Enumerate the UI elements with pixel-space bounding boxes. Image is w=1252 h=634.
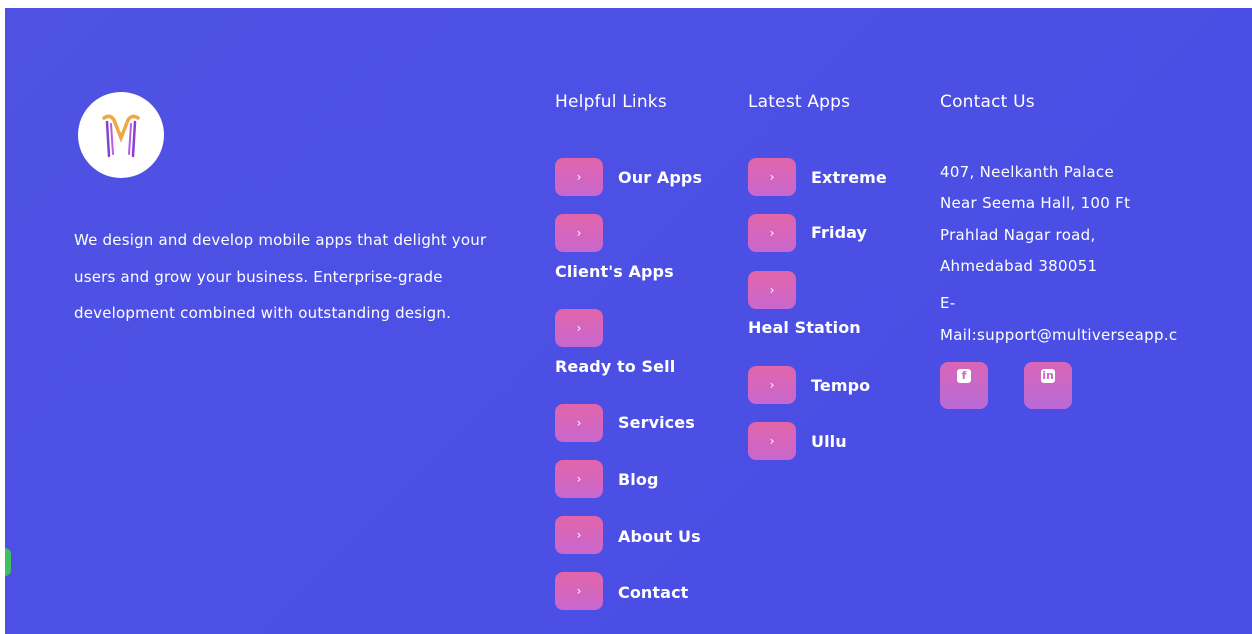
link-label[interactable]: Contact xyxy=(618,583,688,602)
link-label[interactable]: About Us xyxy=(618,527,701,546)
email-link[interactable]: Mail:support@multiverseapp.c xyxy=(940,326,1195,344)
chevron-right-icon[interactable]: › xyxy=(555,572,603,610)
contact-title: Contact Us xyxy=(940,92,1035,112)
chevron-right-icon[interactable]: › xyxy=(748,214,796,252)
link-label[interactable]: Blog xyxy=(618,470,659,489)
link-label[interactable]: Ready to Sell xyxy=(555,357,675,376)
link-label[interactable]: Heal Station xyxy=(748,318,861,337)
about-text: We design and develop mobile apps that d… xyxy=(74,231,487,322)
chevron-right-icon[interactable]: › xyxy=(555,516,603,554)
site-footer: We design and develop mobile apps that d… xyxy=(5,8,1252,634)
facebook-icon: f xyxy=(957,369,971,383)
link-label[interactable]: Tempo xyxy=(811,376,870,395)
chat-widget-edge[interactable] xyxy=(5,548,11,576)
chevron-right-icon[interactable]: › xyxy=(555,460,603,498)
linkedin-button[interactable]: in xyxy=(1024,362,1072,409)
chevron-right-icon[interactable]: › xyxy=(748,271,796,309)
chevron-right-icon[interactable]: › xyxy=(555,404,603,442)
link-label[interactable]: Extreme xyxy=(811,168,887,187)
helpful-links-title: Helpful Links xyxy=(555,92,667,112)
logo-mark-icon xyxy=(102,114,140,158)
address-line: Near Seema Hall, 100 Ft xyxy=(940,194,1131,212)
link-label[interactable]: Ullu xyxy=(811,432,847,451)
link-label[interactable]: Friday xyxy=(811,223,867,242)
chevron-right-icon[interactable]: › xyxy=(748,158,796,196)
chevron-right-icon[interactable]: › xyxy=(555,309,603,347)
link-label[interactable]: Our Apps xyxy=(618,168,702,187)
latest-apps-title: Latest Apps xyxy=(748,92,851,112)
address-line: 407, Neelkanth Palace xyxy=(940,163,1114,181)
link-label[interactable]: Client's Apps xyxy=(555,262,674,281)
address-line: Ahmedabad 380051 xyxy=(940,257,1098,275)
company-logo[interactable] xyxy=(78,92,164,178)
address-line: Prahlad Nagar road, xyxy=(940,226,1096,244)
chevron-right-icon[interactable]: › xyxy=(748,366,796,404)
link-label[interactable]: Services xyxy=(618,413,695,432)
chevron-right-icon[interactable]: › xyxy=(555,158,603,196)
linkedin-icon: in xyxy=(1041,369,1055,383)
chevron-right-icon[interactable]: › xyxy=(748,422,796,460)
facebook-button[interactable]: f xyxy=(940,362,988,409)
chevron-right-icon[interactable]: › xyxy=(555,214,603,252)
email-prefix: E- xyxy=(940,294,956,312)
